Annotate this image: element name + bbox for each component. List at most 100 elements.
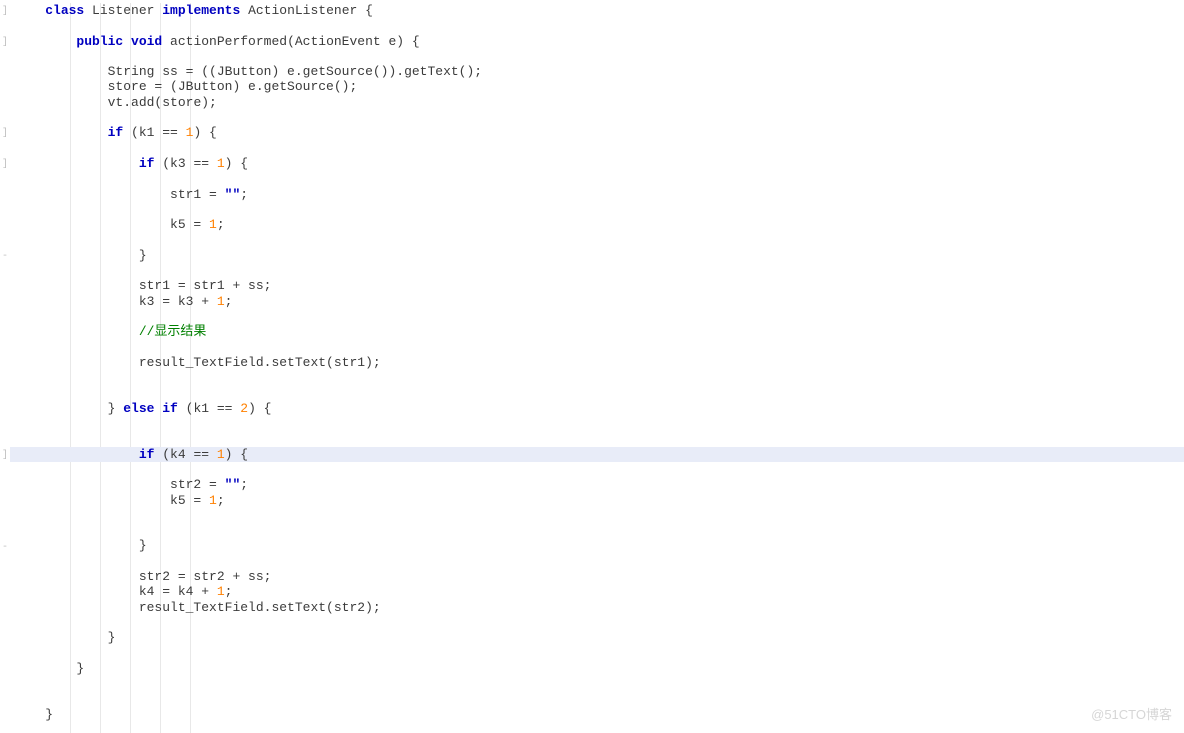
token-str: "" <box>225 477 241 492</box>
token-pl: str2 = <box>170 477 225 492</box>
code-line[interactable] <box>10 645 1184 660</box>
code-line[interactable] <box>10 416 1184 431</box>
token-pl: actionPerformed(ActionEvent e) { <box>170 34 420 49</box>
token-pl: } <box>108 401 124 416</box>
code-line[interactable] <box>10 309 1184 324</box>
fold-mark[interactable]: ] <box>2 3 8 20</box>
code-line[interactable] <box>10 615 1184 630</box>
code-line[interactable] <box>10 385 1184 400</box>
code-line[interactable]: result_TextField.setText(str2); <box>10 600 1184 615</box>
token-num: 1 <box>217 294 225 309</box>
token-pl: } <box>45 707 53 722</box>
code-line[interactable]: str2 = ""; <box>10 477 1184 492</box>
token-pl: ; <box>240 477 248 492</box>
token-pl: k5 = <box>170 217 209 232</box>
code-line[interactable] <box>10 431 1184 446</box>
code-line[interactable]: //显示结果 <box>10 324 1184 339</box>
token-pl: } <box>76 661 84 676</box>
code-line[interactable]: str1 = str1 + ss; <box>10 278 1184 293</box>
token-pl: ) { <box>225 156 248 171</box>
token-pl: vt.add(store); <box>108 95 217 110</box>
token-pl: str1 = str1 + ss; <box>139 278 272 293</box>
token-pl: ; <box>225 294 233 309</box>
code-line[interactable]: k5 = 1; <box>10 217 1184 232</box>
code-line[interactable]: } <box>10 707 1184 722</box>
code-line[interactable]: } <box>10 661 1184 676</box>
code-editor: ]]]] -] - class Listener implements Action… <box>0 0 1184 733</box>
token-pl: k4 = k4 + <box>139 584 217 599</box>
code-line[interactable] <box>10 202 1184 217</box>
token-pl: Listener <box>92 3 162 18</box>
token-pl: (k1 == <box>131 125 186 140</box>
token-pl: ; <box>217 493 225 508</box>
code-line[interactable]: k5 = 1; <box>10 493 1184 508</box>
code-line[interactable]: k3 = k3 + 1; <box>10 294 1184 309</box>
code-line[interactable]: String ss = ((JButton) e.getSource()).ge… <box>10 64 1184 79</box>
code-line[interactable]: result_TextField.setText(str1); <box>10 355 1184 370</box>
token-pl: ; <box>225 584 233 599</box>
code-line[interactable] <box>10 49 1184 64</box>
code-line[interactable]: } <box>10 630 1184 645</box>
code-line[interactable]: } <box>10 248 1184 263</box>
token-cm: //显示结果 <box>139 324 207 339</box>
token-pl: ) { <box>193 125 216 140</box>
token-pl: k5 = <box>170 493 209 508</box>
code-line[interactable] <box>10 263 1184 278</box>
token-kw: else if <box>123 401 185 416</box>
token-pl: result_TextField.setText(str2); <box>139 600 381 615</box>
code-line[interactable]: str1 = ""; <box>10 187 1184 202</box>
token-pl: } <box>108 630 116 645</box>
token-pl: ) { <box>225 447 248 462</box>
code-line[interactable] <box>10 340 1184 355</box>
code-line[interactable] <box>10 508 1184 523</box>
token-str: "" <box>225 187 241 202</box>
token-pl: str2 = str2 + ss; <box>139 569 272 584</box>
code-line[interactable]: } <box>10 538 1184 553</box>
token-kw: if <box>139 447 162 462</box>
token-kw2: implements <box>162 3 248 18</box>
code-line[interactable] <box>10 110 1184 125</box>
fold-mark[interactable]: ] <box>2 447 8 464</box>
code-line[interactable] <box>10 232 1184 247</box>
code-line[interactable] <box>10 18 1184 33</box>
token-num: 2 <box>240 401 248 416</box>
code-line[interactable] <box>10 691 1184 706</box>
fold-mark[interactable]: ] <box>2 156 8 173</box>
token-pl: str1 = <box>170 187 225 202</box>
code-line[interactable] <box>10 554 1184 569</box>
token-kw: public void <box>76 34 170 49</box>
token-pl: ActionListener { <box>248 3 373 18</box>
watermark: @51CTO博客 <box>1091 706 1172 723</box>
code-line[interactable]: public void actionPerformed(ActionEvent … <box>10 34 1184 49</box>
token-pl: } <box>139 248 147 263</box>
token-num: 1 <box>217 584 225 599</box>
code-area[interactable]: class Listener implements ActionListener… <box>10 0 1184 722</box>
token-kw: if <box>139 156 162 171</box>
code-line[interactable] <box>10 676 1184 691</box>
code-line[interactable]: vt.add(store); <box>10 95 1184 110</box>
code-line[interactable] <box>10 171 1184 186</box>
fold-mark[interactable]: ] <box>2 34 8 51</box>
fold-mark[interactable]: - <box>2 539 8 556</box>
token-pl: (k4 == <box>162 447 217 462</box>
code-line[interactable]: if (k4 == 1) { <box>10 447 1184 462</box>
code-line[interactable]: class Listener implements ActionListener… <box>10 3 1184 18</box>
code-line[interactable] <box>10 523 1184 538</box>
token-kw: class <box>45 3 92 18</box>
fold-mark[interactable]: - <box>2 248 8 265</box>
code-line[interactable]: k4 = k4 + 1; <box>10 584 1184 599</box>
code-line[interactable]: store = (JButton) e.getSource(); <box>10 79 1184 94</box>
token-pl: String ss = ((JButton) e.getSource()).ge… <box>108 64 482 79</box>
fold-mark[interactable]: ] <box>2 125 8 142</box>
token-kw: if <box>108 125 131 140</box>
token-pl: ) { <box>248 401 271 416</box>
code-line[interactable] <box>10 141 1184 156</box>
code-line[interactable]: if (k1 == 1) { <box>10 125 1184 140</box>
code-line[interactable]: str2 = str2 + ss; <box>10 569 1184 584</box>
token-pl: (k1 == <box>186 401 241 416</box>
code-line[interactable]: if (k3 == 1) { <box>10 156 1184 171</box>
token-pl: ; <box>240 187 248 202</box>
code-line[interactable]: } else if (k1 == 2) { <box>10 401 1184 416</box>
code-line[interactable] <box>10 370 1184 385</box>
code-line[interactable] <box>10 462 1184 477</box>
